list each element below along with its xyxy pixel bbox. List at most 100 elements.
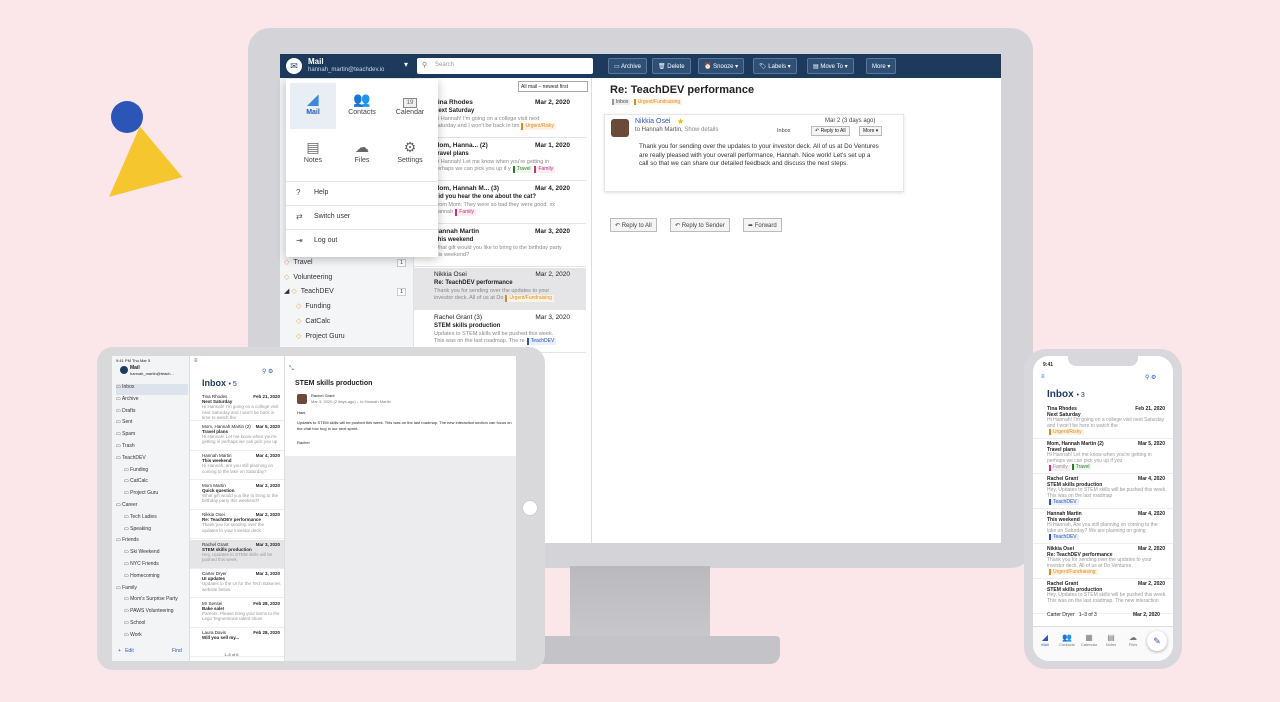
- show-details-link[interactable]: Show details: [684, 127, 718, 133]
- menu-icon[interactable]: ≡: [194, 358, 198, 364]
- more-button[interactable]: More ▾: [866, 58, 897, 74]
- list-item[interactable]: Mom, Hannah M... (3) Mar 4, 2020 Did you h…: [414, 182, 586, 224]
- tab-calendar[interactable]: ▦ Calendar: [1079, 633, 1099, 647]
- archive-button[interactable]: ▭ Archive: [608, 58, 648, 74]
- list-item[interactable]: Mr Sensei Feb 28, 2020 Bake sale! Parents, …: [190, 599, 284, 628]
- folder-label: Inbox: [122, 384, 135, 390]
- tablet-folder-item[interactable]: ▭ Funding: [124, 467, 196, 478]
- folder-label: Mom's Surprise Party: [130, 596, 178, 603]
- inbox-title: Inbox • 3: [1047, 389, 1085, 400]
- list-item[interactable]: Mom, Hannah Martin (2) Mar 5, 2020 Travel …: [1033, 439, 1173, 474]
- reply-all-small-button[interactable]: ↶ Reply to All: [811, 126, 850, 136]
- tab-notes[interactable]: ▤ Notes: [1101, 633, 1121, 647]
- menu-icon[interactable]: ≡: [1041, 374, 1045, 380]
- date: Thu Mar 5: [131, 358, 151, 363]
- tablet-folder-item[interactable]: ▭ Career: [116, 502, 188, 513]
- menu-switch-user[interactable]: ⇄ Switch user: [286, 205, 438, 229]
- tablet-folder-item[interactable]: ▭ Spam: [116, 431, 188, 442]
- list-item[interactable]: Rachel Grant Mar 2, 2020 STEM skills produ…: [1033, 579, 1173, 614]
- tab-mail[interactable]: ◢ Mail: [1035, 633, 1055, 647]
- app-notes[interactable]: ▤ Notes: [290, 131, 336, 177]
- folder-project-guru[interactable]: ◇ Project Guru: [296, 332, 422, 346]
- star-icon[interactable]: ★: [677, 117, 684, 126]
- tablet-folder-item[interactable]: ▭ Mom's Surprise Party: [124, 596, 196, 607]
- compose-button[interactable]: ✎: [1147, 631, 1167, 651]
- edit-button[interactable]: + Edit: [118, 648, 134, 654]
- reply-sender-button[interactable]: ↶ Reply to Sender: [670, 218, 730, 232]
- tablet-folder-item[interactable]: ▭ NYC Friends: [124, 561, 196, 572]
- signature: Rachel: [297, 440, 310, 445]
- tab-contacts[interactable]: 👥 Contacts: [1057, 633, 1077, 647]
- folder-travel[interactable]: ◇ Travel 1: [284, 258, 410, 272]
- list-item[interactable]: Mom, Hanna... (2) Mar 1, 2020 Travel plans…: [414, 139, 586, 181]
- folder-funding[interactable]: ◇ Funding: [296, 302, 422, 316]
- list-item[interactable]: Nikkia Osei Mar 2, 2020 Re: TeachDEV perfo…: [190, 510, 284, 539]
- list-item[interactable]: Rachel Grant Mar 4, 2020 STEM skills produ…: [1033, 474, 1173, 509]
- list-item[interactable]: Carter Dryer Mar 3, 2020 UI updates Updates…: [190, 569, 284, 598]
- search-icon[interactable]: ⚲ ⚙: [262, 368, 273, 375]
- app-calendar[interactable]: 19 Calendar: [387, 83, 433, 129]
- folder-label: Career: [122, 502, 138, 508]
- tablet-folder-item[interactable]: ▭ Speaking: [124, 526, 196, 537]
- tablet-folder-item[interactable]: ▭ Friends: [116, 537, 188, 548]
- search-input[interactable]: ⚲ Search: [417, 58, 593, 74]
- tab-files[interactable]: ☁ Files: [1123, 633, 1143, 647]
- tablet-folder-item[interactable]: ▭ CatCalc: [124, 478, 196, 489]
- tablet-folder-item[interactable]: ▭ Inbox: [116, 384, 188, 395]
- app-files[interactable]: ☁ Files: [339, 131, 385, 177]
- sender-name[interactable]: Nikkia Osei: [635, 118, 670, 125]
- expand-icon[interactable]: ⤡: [289, 366, 294, 373]
- sort-select[interactable]: All mail – newest first: [518, 81, 588, 92]
- tablet-folder-item[interactable]: ▭ TeachDEV: [116, 455, 188, 466]
- tablet-home-button[interactable]: [522, 500, 538, 516]
- urgent-tag[interactable]: Urgent/Fundraising: [633, 99, 683, 105]
- tablet-folder-item[interactable]: ▭ Work: [124, 632, 196, 643]
- more-small-button[interactable]: More ▾: [859, 126, 883, 136]
- tablet-folder-item[interactable]: ▭ Family: [116, 585, 188, 596]
- find-button[interactable]: Find: [172, 648, 182, 654]
- labels-button[interactable]: 🏷 Labels ▾: [753, 58, 797, 74]
- list-item-selected[interactable]: Nikkia Osei Mar 2, 2020 Re: TeachDEV perfo…: [414, 268, 586, 310]
- tablet-folder-item[interactable]: ▭ Drafts: [116, 408, 188, 419]
- folder-catcalc[interactable]: ◇ CatCalc: [296, 317, 422, 331]
- list-item[interactable]: Tina Rhodes Feb 21, 2020 Next Saturday Hi H…: [190, 392, 284, 421]
- inbox-tag[interactable]: Inbox: [612, 99, 631, 105]
- tablet-folder-item[interactable]: ▭ PAWS Volunteering: [124, 608, 196, 619]
- tablet-folder-item[interactable]: ▭ Sent: [116, 419, 188, 430]
- list-item[interactable]: Hannah Martin Mar 3, 2020 This weekend What…: [414, 225, 586, 267]
- tablet-folder-item[interactable]: ▭ Trash: [116, 443, 188, 454]
- reply-all-button[interactable]: ↶ Reply to All: [610, 218, 657, 232]
- app-mail[interactable]: ◢ Mail: [290, 83, 336, 129]
- logout-icon: ⇥: [296, 236, 303, 245]
- forward-button[interactable]: ➦ Forward: [743, 218, 782, 232]
- tablet-folder-item[interactable]: ▭ Ski Weekend: [124, 549, 196, 560]
- delete-button[interactable]: 🗑 Delete: [652, 58, 691, 74]
- snooze-button[interactable]: ⏰ Snooze ▾: [698, 58, 745, 74]
- tablet-folder-item[interactable]: ▭ School: [124, 620, 196, 631]
- list-item[interactable]: Hannah Martin Mar 4, 2020 This weekend Hi H…: [190, 451, 284, 480]
- account-chevron-down-icon[interactable]: ▾: [404, 60, 408, 69]
- app-contacts[interactable]: 👥 Contacts: [339, 83, 385, 129]
- list-item[interactable]: Rachel Grant Mar 3, 2020 STEM skills produ…: [190, 539, 284, 569]
- list-item[interactable]: Mom Martin Mar 2, 2020 Quick question What …: [190, 481, 284, 510]
- list-item[interactable]: Mom, Hannah Martin (2) Mar 5, 2020 Travel …: [190, 422, 284, 451]
- list-item[interactable]: Nikkia Osei Mar 2, 2020 Re: TeachDEV perfo…: [1033, 544, 1173, 579]
- tablet-folder-item[interactable]: ▭ Project Guru: [124, 490, 196, 501]
- menu-log-out[interactable]: ⇥ Log out: [286, 229, 438, 253]
- date: Mar 2, 2020: [1138, 546, 1165, 552]
- menu-help[interactable]: ? Help: [286, 181, 438, 205]
- list-item[interactable]: Hannah Martin Mar 4, 2020 This weekend Hi H…: [1033, 509, 1173, 544]
- folder-label: Drafts: [122, 407, 136, 414]
- folder-teachdev[interactable]: ◢ ◇ TeachDEV 1: [284, 287, 410, 301]
- list-item[interactable]: Carter Dryer 1–3 of 3: [1047, 612, 1097, 618]
- list-item[interactable]: Tina Rhodes Mar 2, 2020 Next Saturday Hi Ha…: [414, 96, 586, 138]
- list-item[interactable]: Tina Rhodes Feb 21, 2020 Next Saturday Hi H…: [1033, 404, 1173, 439]
- search-icon[interactable]: ⚲ ⚙: [1145, 374, 1156, 381]
- move-to-button[interactable]: ▤ Move To ▾: [807, 58, 854, 74]
- folder-volunteering[interactable]: ◇ Volunteering: [284, 273, 410, 287]
- date: Mar 4, 2020: [1138, 511, 1165, 517]
- tablet-folder-item[interactable]: ▭ Homecoming: [124, 573, 196, 584]
- app-settings[interactable]: ⚙ Settings: [387, 131, 433, 177]
- tablet-folder-item[interactable]: ▭ Tech Ladies: [124, 514, 196, 525]
- tablet-folder-item[interactable]: ▭ Archive: [116, 396, 188, 407]
